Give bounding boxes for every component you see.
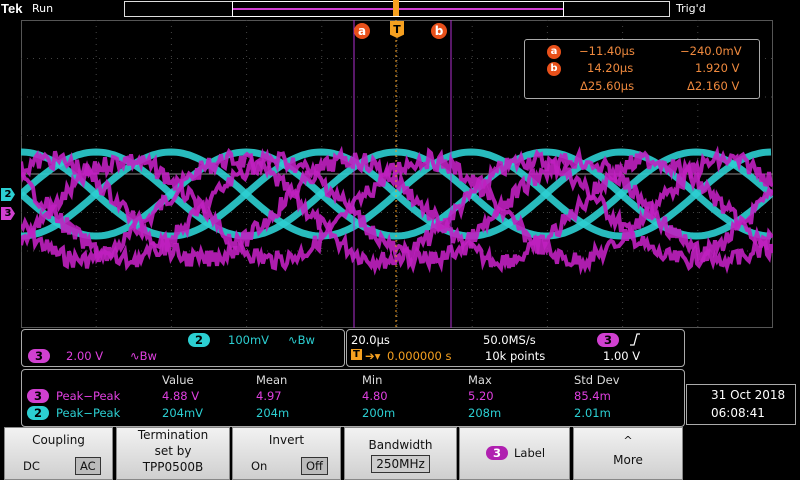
measurement-max: 5.20: [468, 389, 494, 403]
trigger-offset: 0.000000 s: [387, 349, 452, 363]
trigger-status: Trig'd: [676, 2, 706, 15]
bandwidth-value: 250MHz: [345, 455, 456, 473]
label-channel-badge: 3: [486, 446, 508, 460]
brand-logo: Tek: [1, 1, 23, 16]
ch3-measurement-badge: 3: [27, 389, 49, 403]
cursor-b-marker[interactable]: b: [431, 23, 447, 39]
overview-trigger-marker: [393, 0, 399, 16]
date: 31 Oct 2018: [711, 388, 786, 402]
measurement-name: Peak−Peak: [56, 406, 121, 420]
more-button[interactable]: ^ More: [573, 427, 683, 480]
trigger-position-marker[interactable]: T: [390, 21, 404, 38]
rising-edge-icon: [630, 333, 640, 346]
invert-on-option[interactable]: On: [251, 459, 267, 473]
chevron-up-icon: ^: [623, 434, 633, 447]
invert-off-option[interactable]: Off: [301, 457, 328, 475]
cursor-b-time: 14.20µs: [587, 61, 634, 75]
measurement-std-dev: 2.01m: [574, 406, 611, 420]
label-text: Label: [514, 446, 546, 460]
cursor-a-badge: a: [547, 45, 561, 59]
invert-title: Invert: [268, 433, 305, 447]
measurement-value: 204mV: [162, 406, 204, 420]
ch3-bandwidth-limit-icon: ∿Bw: [130, 349, 157, 363]
column-header-min: Min: [362, 373, 383, 387]
cursor-a-time: −11.40µs: [579, 44, 635, 58]
ch2-measurement-badge: 2: [27, 406, 49, 420]
label-button[interactable]: 3 Label: [459, 427, 570, 480]
ch2-bandwidth-limit-icon: ∿Bw: [288, 333, 315, 347]
ch2-badge: 2: [188, 333, 210, 347]
trigger-level: 1.00 V: [603, 349, 641, 363]
measurement-min: 4.80: [362, 389, 388, 403]
cursor-delta-time: Δ25.60µs: [580, 79, 635, 93]
cursor-readout: a −11.40µs −240.0mV b 14.20µs 1.920 V Δ2…: [524, 39, 760, 99]
ch3-waveform: [21, 145, 773, 276]
bandwidth-title: Bandwidth: [368, 438, 433, 452]
measurement-table[interactable]: Value Mean Min Max Std Dev 3 Peak−Peak 4…: [21, 369, 685, 427]
measurement-min: 200m: [362, 406, 396, 420]
more-text: More: [613, 453, 643, 467]
ch3-ground-indicator[interactable]: 3: [1, 207, 15, 220]
termination-line1: Termination: [137, 428, 209, 442]
record-length: 10k points: [485, 349, 546, 363]
cursor-b-value: 1.920 V: [695, 61, 740, 75]
trigger-arrow-icon: ➔▾: [365, 349, 381, 363]
coupling-dc-option[interactable]: DC: [23, 459, 40, 473]
time-per-division: 20.0µs: [351, 333, 390, 347]
horizontal-trigger-panel[interactable]: 20.0µs 50.0MS/s 3 T ➔▾ 0.000000 s 10k po…: [346, 329, 685, 367]
ch3-badge: 3: [28, 349, 50, 363]
ch2-ground-indicator[interactable]: 2: [1, 188, 15, 201]
bandwidth-value-text: 250MHz: [371, 455, 430, 473]
trigger-source-badge: 3: [597, 333, 619, 347]
measurement-max: 208m: [468, 406, 502, 420]
ch3-scale: 2.00 V: [66, 349, 104, 363]
invert-button[interactable]: Invert On Off: [232, 427, 341, 480]
ch2-scale: 100mV: [228, 333, 270, 347]
measurement-mean: 4.97: [256, 389, 282, 403]
channel-scale-panel[interactable]: 2 100mV ∿Bw 3 2.00 V ∿Bw: [21, 329, 345, 367]
column-header-max: Max: [468, 373, 492, 387]
measurement-value: 4.88 V: [162, 389, 200, 403]
cursor-a-value: −240.0mV: [680, 44, 742, 58]
bandwidth-button[interactable]: Bandwidth 250MHz: [344, 427, 457, 480]
coupling-ac-option[interactable]: AC: [75, 457, 101, 475]
sample-rate: 50.0MS/s: [483, 333, 536, 347]
cursor-a-marker[interactable]: a: [354, 23, 370, 39]
cursor-delta-value: Δ2.160 V: [687, 79, 740, 93]
measurement-std-dev: 85.4m: [574, 389, 611, 403]
coupling-title: Coupling: [32, 433, 85, 447]
trigger-position-badge: T: [351, 349, 362, 360]
column-header-value: Value: [162, 373, 194, 387]
termination-button[interactable]: Termination set by TPP0500B: [116, 427, 230, 480]
column-header-mean: Mean: [256, 373, 288, 387]
termination-line2: set by: [154, 444, 192, 458]
column-header-std-dev: Std Dev: [574, 373, 620, 387]
measurement-name: Peak−Peak: [56, 389, 121, 403]
termination-probe: TPP0500B: [142, 460, 204, 474]
cursor-b-badge: b: [547, 62, 561, 76]
measurement-mean: 204m: [256, 406, 290, 420]
acquisition-state: Run: [32, 2, 54, 15]
time: 06:08:41: [711, 406, 765, 420]
date-time-display: 31 Oct 2018 06:08:41: [686, 384, 796, 425]
coupling-button[interactable]: Coupling DC AC: [4, 427, 113, 480]
